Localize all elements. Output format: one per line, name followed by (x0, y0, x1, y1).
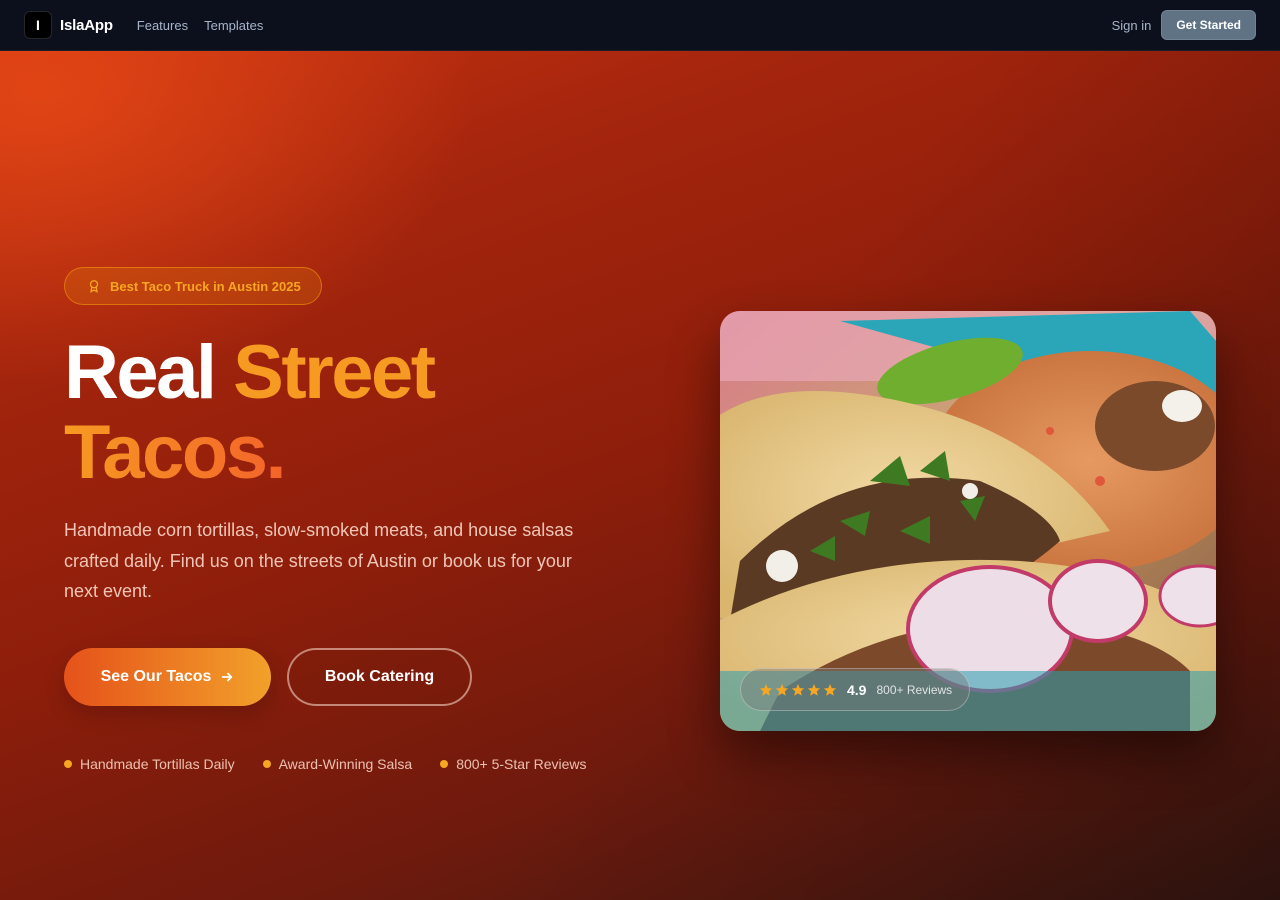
brand-name[interactable]: IslaApp (60, 17, 113, 34)
hero-section: Best Taco Truck in Austin 2025 Real Stre… (0, 51, 1280, 900)
top-nav: I IslaApp Features Templates Sign in Get… (0, 0, 1280, 51)
feature-label: Handmade Tortillas Daily (80, 756, 235, 772)
hero-headline: Real Street Tacos. (64, 330, 436, 495)
nav-actions: Sign in Get Started (1112, 10, 1256, 40)
star-icon (807, 683, 821, 696)
nav-link-templates[interactable]: Templates (204, 18, 263, 33)
tacos-photo-card: 4.9 800+ Reviews (720, 311, 1216, 731)
arrow-right-icon (222, 672, 233, 682)
star-icon (775, 683, 789, 696)
award-badge: Best Taco Truck in Austin 2025 (64, 267, 322, 305)
headline-word-street: Street (233, 330, 436, 415)
nav-link-features[interactable]: Features (137, 18, 188, 33)
feature-item: Handmade Tortillas Daily (64, 756, 235, 772)
star-icon (759, 683, 773, 696)
bullet-dot (440, 760, 449, 768)
see-our-tacos-button[interactable]: See Our Tacos (64, 648, 271, 706)
book-catering-button[interactable]: Book Catering (287, 648, 472, 706)
feature-item: 800+ 5-Star Reviews (440, 756, 587, 772)
logo-mark[interactable]: I (24, 11, 52, 39)
headline-word-real: Real (64, 330, 217, 415)
get-started-button[interactable]: Get Started (1161, 10, 1256, 40)
feature-item: Award-Winning Salsa (262, 756, 413, 772)
badge-label: Best Taco Truck in Austin 2025 (110, 278, 301, 294)
sign-in-link[interactable]: Sign in (1112, 18, 1152, 33)
feature-label: 800+ 5-Star Reviews (456, 756, 587, 772)
review-count: 800+ Reviews (876, 682, 953, 697)
rating-pill: 4.9 800+ Reviews (740, 668, 970, 711)
bullet-dot (64, 760, 72, 768)
bullet-dot (262, 760, 271, 768)
headline-word-tacos: Tacos. (64, 410, 287, 495)
feature-list: Handmade Tortillas Daily Award-Winning S… (64, 756, 615, 772)
star-icon (791, 683, 805, 696)
star-icon (823, 683, 837, 696)
feature-label: Award-Winning Salsa (278, 756, 413, 772)
award-icon (89, 280, 99, 293)
see-our-tacos-label: See Our Tacos (100, 668, 212, 685)
hero-description: Handmade corn tortillas, slow-smoked mea… (64, 520, 574, 601)
rating-value: 4.9 (847, 681, 867, 698)
